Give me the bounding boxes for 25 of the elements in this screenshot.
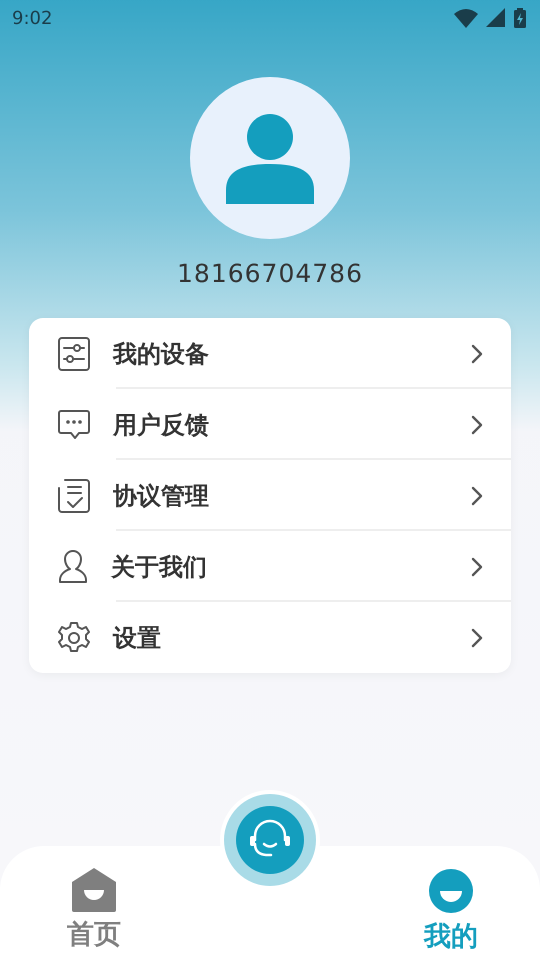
user-icon [224,112,316,204]
battery-icon [514,8,526,28]
chevron-icon [471,486,483,506]
home-icon [71,868,117,912]
chevron-icon [471,556,483,576]
menu-item[interactable]: 用户反馈 [29,389,511,460]
chevron-icon [471,628,483,648]
sliders-icon [57,336,91,372]
status-time: 9:02 [12,8,52,28]
smile-icon [428,868,474,914]
chevron-icon [471,344,483,364]
chevron-icon [471,414,483,434]
checklist-icon [57,478,91,514]
person-icon [57,548,89,584]
phone-number: 18166704786 [176,259,364,288]
menu-item[interactable]: 设置 [29,602,511,673]
chat-icon [57,408,91,440]
nav-tab[interactable]: 首页 [67,846,121,960]
menu-item[interactable]: 我的设备 [29,318,511,389]
menu-item[interactable]: 关于我们 [29,531,511,602]
headset-icon [236,806,304,874]
wifi-icon [454,8,478,28]
menu-item[interactable]: 协议管理 [29,460,511,531]
settings-icon [57,620,91,654]
signal-icon [486,8,506,28]
